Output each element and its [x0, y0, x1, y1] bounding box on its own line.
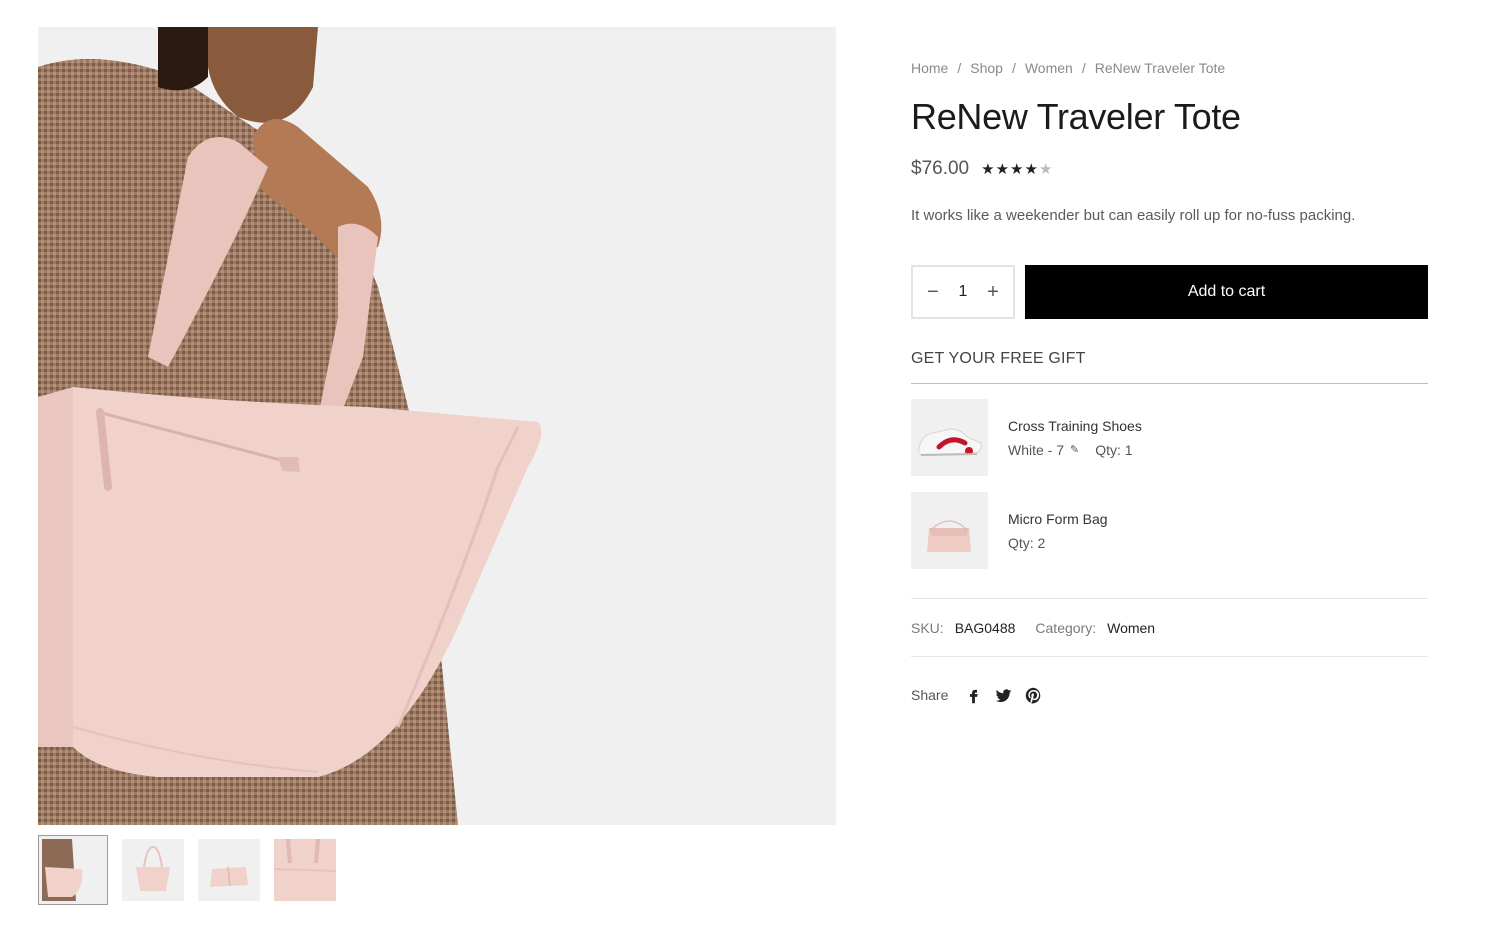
- tote-model-image: [38, 27, 836, 825]
- breadcrumb-home[interactable]: Home: [911, 60, 948, 76]
- gift-qty: Qty: 1: [1095, 441, 1133, 458]
- gift-name: Micro Form Bag: [1008, 510, 1108, 527]
- product-main-image[interactable]: [38, 27, 836, 825]
- breadcrumb-shop[interactable]: Shop: [970, 60, 1003, 76]
- breadcrumb-current: ReNew Traveler Tote: [1094, 60, 1226, 76]
- thumbnail-tote-front[interactable]: [122, 839, 184, 901]
- share-label: Share: [911, 687, 949, 703]
- product-meta: SKU: BAG0488 Category: Women: [911, 598, 1428, 657]
- add-to-cart-form: − + Add to cart: [911, 265, 1428, 319]
- free-gift-heading: GET YOUR FREE GIFT: [911, 350, 1428, 384]
- gift-name: Cross Training Shoes: [1008, 417, 1142, 434]
- pinterest-icon[interactable]: [1022, 684, 1044, 706]
- gift-image-bag[interactable]: [911, 492, 988, 569]
- gift-item: Cross Training Shoes White - 7 ✎ Qty: 1: [911, 399, 1428, 476]
- breadcrumb-women[interactable]: Women: [1025, 60, 1073, 76]
- thumbnail-model-with-tote[interactable]: [38, 835, 108, 905]
- gift-meta: White - 7 ✎ Qty: 1: [1008, 438, 1142, 462]
- thumbnail-tote-folded[interactable]: [198, 839, 260, 901]
- facebook-icon[interactable]: [962, 684, 984, 706]
- thumb-image: [198, 839, 260, 901]
- bag-image: [911, 492, 988, 569]
- star-icon: ★: [1010, 161, 1025, 178]
- plus-icon[interactable]: +: [985, 282, 1001, 302]
- gallery-thumbnails: [38, 835, 336, 905]
- gift-meta: Qty: 2: [1008, 531, 1108, 555]
- twitter-icon[interactable]: [992, 684, 1014, 706]
- gift-image-shoe[interactable]: [911, 399, 988, 476]
- gift-qty: Qty: 2: [1008, 534, 1046, 551]
- minus-icon[interactable]: −: [925, 282, 941, 302]
- breadcrumb-separator: /: [1081, 60, 1086, 76]
- gift-info: Cross Training Shoes White - 7 ✎ Qty: 1: [1008, 414, 1142, 462]
- thumb-image: [122, 839, 184, 901]
- sku-label: SKU:: [911, 619, 944, 636]
- breadcrumb-separator: /: [1011, 60, 1016, 76]
- product-title: ReNew Traveler Tote: [911, 96, 1241, 137]
- category-link[interactable]: Women: [1107, 620, 1155, 636]
- thumbnail-tote-detail[interactable]: [274, 839, 336, 901]
- pencil-icon[interactable]: ✎: [1070, 438, 1079, 462]
- half-star-icon: ★: [1038, 161, 1054, 178]
- share-row: Share: [911, 657, 1428, 733]
- product-description: It works like a weekender but can easily…: [911, 207, 1356, 224]
- category-label: Category:: [1035, 619, 1097, 636]
- shoe-image: [911, 399, 988, 476]
- star-icon: ★: [995, 161, 1011, 178]
- price-row: $76.00 ★★★★★: [911, 155, 1428, 183]
- quantity-input[interactable]: [948, 283, 978, 301]
- quantity-stepper: − +: [911, 265, 1015, 319]
- star-rating[interactable]: ★★★★★: [981, 160, 1053, 178]
- gift-item: Micro Form Bag Qty: 2: [911, 492, 1428, 569]
- thumb-image: [274, 839, 336, 901]
- product-summary: Home / Shop / Women / ReNew Traveler Tot…: [911, 56, 1428, 733]
- free-gift-list: Cross Training Shoes White - 7 ✎ Qty: 1 …: [911, 399, 1428, 569]
- breadcrumb: Home / Shop / Women / ReNew Traveler Tot…: [911, 56, 1428, 80]
- star-icon: ★: [1024, 161, 1039, 178]
- sku-value: BAG0488: [954, 619, 1016, 636]
- gift-info: Micro Form Bag Qty: 2: [1008, 507, 1108, 555]
- thumb-image: [42, 839, 104, 901]
- product-price: $76.00: [911, 158, 970, 179]
- add-to-cart-button[interactable]: Add to cart: [1025, 265, 1428, 319]
- breadcrumb-separator: /: [957, 60, 962, 76]
- star-icon: ★: [981, 161, 996, 178]
- gift-variant: White - 7: [1008, 441, 1065, 458]
